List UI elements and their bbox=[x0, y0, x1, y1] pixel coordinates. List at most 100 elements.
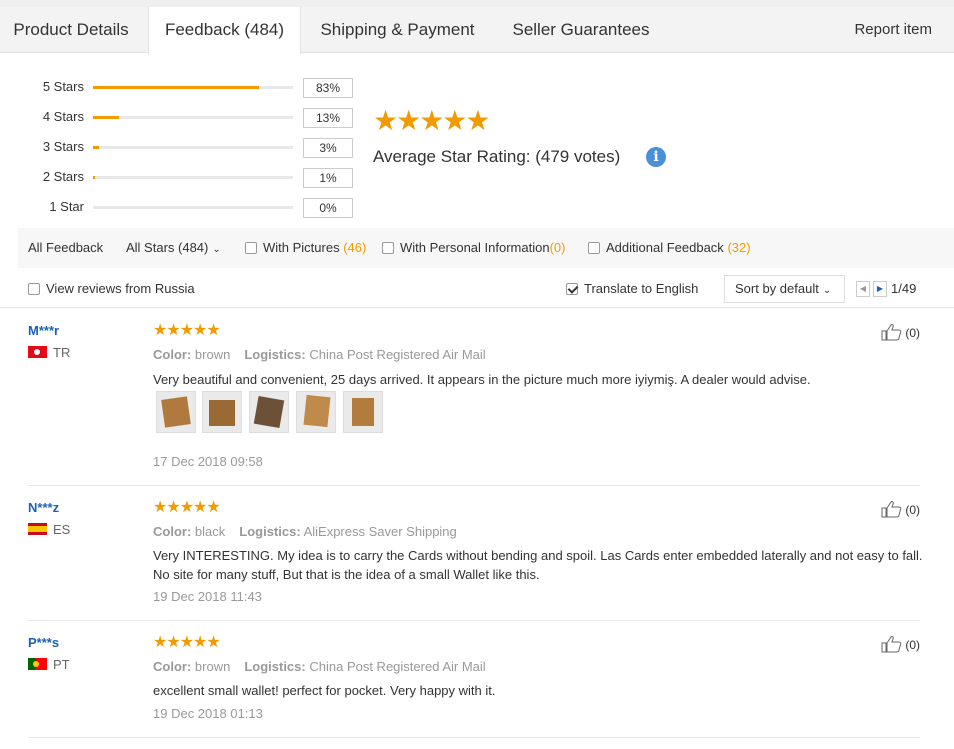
rating-row-3[interactable]: 3 Stars 3% bbox=[28, 138, 358, 158]
logistics-label: Logistics: bbox=[244, 659, 306, 674]
sort-select[interactable]: Sort by default ⌄ bbox=[724, 275, 845, 303]
reviewer-name: M***r bbox=[28, 323, 60, 338]
review-item: P***s PT ★★★★★ Color: brown Logistics: Ch… bbox=[28, 635, 920, 738]
country-code: TR bbox=[53, 345, 71, 360]
rating-percent: 0% bbox=[303, 198, 353, 218]
report-item-link[interactable]: Report item bbox=[854, 7, 932, 53]
rating-row-1[interactable]: 1 Star 0% bbox=[28, 198, 358, 218]
flag-icon bbox=[28, 346, 47, 358]
helpful-button[interactable]: (0) bbox=[881, 500, 920, 518]
review-item: M***r TR ★★★★★ Color: brown Logistics: Ch… bbox=[28, 323, 920, 486]
rating-bar bbox=[93, 206, 293, 209]
reviewer-country: PT bbox=[28, 657, 70, 673]
filter-with-personal-label: With Personal Information bbox=[400, 240, 550, 255]
review-stars: ★★★★★ bbox=[153, 499, 221, 516]
thumbs-up-icon bbox=[881, 501, 902, 518]
review-stars: ★★★★★ bbox=[153, 634, 221, 651]
reviewer-name: P***s bbox=[28, 635, 60, 650]
helpful-button[interactable]: (0) bbox=[881, 635, 920, 653]
rating-percent: 3% bbox=[303, 138, 353, 158]
logistics-value: China Post Registered Air Mail bbox=[309, 659, 486, 674]
rating-bar-fill bbox=[93, 176, 95, 179]
helpful-button[interactable]: (0) bbox=[881, 323, 920, 341]
color-value: brown bbox=[194, 659, 231, 674]
color-label: Color: bbox=[153, 659, 192, 674]
filter-with-pictures-label: With Pictures bbox=[263, 240, 340, 255]
review-date: 19 Dec 2018 01:13 bbox=[153, 706, 263, 721]
tab-seller-guarantees[interactable]: Seller Guarantees bbox=[495, 7, 667, 53]
next-page-button[interactable]: ▶ bbox=[873, 281, 887, 297]
filter-count: (0) bbox=[549, 240, 566, 255]
rating-row-2[interactable]: 2 Stars 1% bbox=[28, 168, 358, 188]
rating-bar bbox=[93, 86, 293, 89]
review-date: 19 Dec 2018 11:43 bbox=[153, 589, 262, 604]
filter-all-feedback[interactable]: All Feedback bbox=[28, 228, 103, 268]
review-photo[interactable] bbox=[156, 391, 196, 433]
filter-additional-feedback[interactable]: Additional Feedback (32) bbox=[588, 228, 751, 268]
tab-feedback[interactable]: Feedback (484) bbox=[148, 7, 301, 54]
rating-row-4[interactable]: 4 Stars 13% bbox=[28, 108, 358, 128]
review-item: N***z ES ★★★★★ Color: black Logistics: Al… bbox=[28, 499, 923, 621]
color-label: Color: bbox=[153, 524, 192, 539]
rating-bar bbox=[93, 176, 293, 179]
rating-bar-fill bbox=[93, 86, 259, 89]
tab-product-details[interactable]: Product Details bbox=[0, 7, 142, 53]
info-icon[interactable]: i bbox=[646, 147, 666, 167]
sort-label: Sort by default bbox=[735, 281, 819, 296]
tab-shipping-payment[interactable]: Shipping & Payment bbox=[305, 7, 490, 53]
review-text: excellent small wallet! perfect for pock… bbox=[153, 683, 496, 698]
reviewer-country: TR bbox=[28, 345, 70, 361]
checkbox[interactable] bbox=[245, 242, 257, 254]
rating-row-5[interactable]: 5 Stars 83% bbox=[28, 78, 358, 98]
flag-icon bbox=[28, 658, 47, 670]
rating-label: 1 Star bbox=[49, 199, 84, 214]
logistics-value: China Post Registered Air Mail bbox=[309, 347, 486, 362]
color-label: Color: bbox=[153, 347, 192, 362]
checkbox[interactable] bbox=[588, 242, 600, 254]
checkbox[interactable] bbox=[382, 242, 394, 254]
review-meta: Color: brown Logistics: China Post Regist… bbox=[153, 659, 486, 674]
filter-all-stars-select[interactable]: All Stars (484) ⌄ bbox=[126, 228, 221, 268]
top-strip bbox=[0, 0, 954, 7]
filter-with-pictures[interactable]: With Pictures (46) bbox=[245, 228, 366, 268]
filter-with-personal-info[interactable]: With Personal Information(0) bbox=[382, 228, 565, 268]
review-text: Very INTERESTING. My idea is to carry th… bbox=[153, 548, 923, 582]
rating-bar bbox=[93, 116, 293, 119]
filter-additional-label: Additional Feedback bbox=[606, 240, 724, 255]
rating-label: 4 Stars bbox=[42, 109, 84, 124]
filter-count: (46) bbox=[343, 240, 367, 255]
logistics-value: AliExpress Saver Shipping bbox=[303, 524, 457, 539]
checkbox[interactable] bbox=[28, 283, 40, 295]
checkbox-checked[interactable] bbox=[566, 283, 578, 295]
thumbs-up-icon bbox=[881, 324, 902, 341]
country-code: PT bbox=[53, 657, 70, 672]
review-photo[interactable] bbox=[343, 391, 383, 433]
review-date: 17 Dec 2018 09:58 bbox=[153, 454, 263, 469]
translate-option[interactable]: Translate to English bbox=[566, 270, 698, 308]
flag-icon bbox=[28, 523, 47, 535]
review-photo[interactable] bbox=[249, 391, 289, 433]
page-indicator: 1/49 bbox=[891, 281, 917, 296]
prev-page-button[interactable]: ◀ bbox=[856, 281, 870, 297]
reviewer-country: ES bbox=[28, 522, 70, 538]
logistics-label: Logistics: bbox=[239, 524, 301, 539]
view-russia-option[interactable]: View reviews from Russia bbox=[28, 270, 195, 308]
rating-label: 3 Stars bbox=[42, 139, 84, 154]
options-bar: View reviews from Russia Translate to En… bbox=[0, 270, 954, 308]
average-rating-text: Average Star Rating: (479 votes) bbox=[373, 147, 621, 166]
rating-bar-fill bbox=[93, 116, 119, 119]
rating-label: 5 Stars bbox=[42, 79, 84, 94]
color-value: brown bbox=[194, 347, 231, 362]
review-meta: Color: brown Logistics: China Post Regist… bbox=[153, 347, 486, 362]
thumbs-up-icon bbox=[881, 636, 902, 653]
helpful-count: (0) bbox=[905, 638, 920, 652]
review-stars: ★★★★★ bbox=[153, 322, 221, 339]
review-photo[interactable] bbox=[202, 391, 242, 433]
review-photo[interactable] bbox=[296, 391, 336, 433]
rating-bar-fill bbox=[93, 146, 99, 149]
chevron-down-icon: ⌄ bbox=[822, 285, 832, 296]
tab-bar: Product Details Feedback (484) Shipping … bbox=[0, 7, 954, 54]
translate-label: Translate to English bbox=[584, 281, 699, 296]
rating-percent: 83% bbox=[303, 78, 353, 98]
review-meta: Color: black Logistics: AliExpress Saver … bbox=[153, 524, 457, 539]
